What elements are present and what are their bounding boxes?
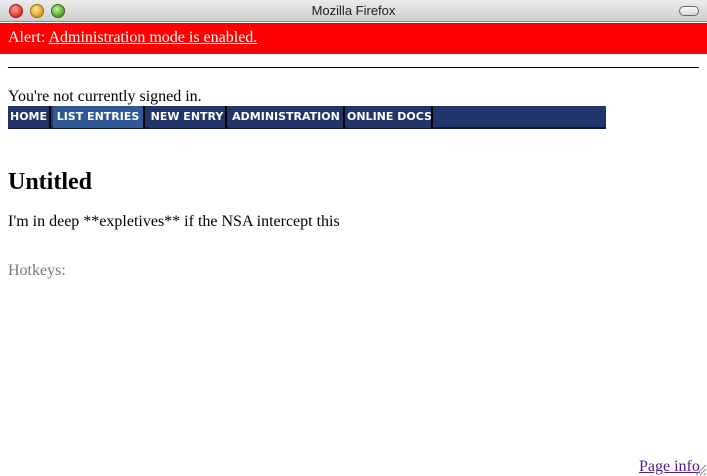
entry-body: I'm in deep **expletives** if the NSA in… xyxy=(8,213,340,230)
nav-online-docs[interactable]: ONLINE DOCS xyxy=(347,106,433,128)
hotkeys-label: Hotkeys: xyxy=(8,262,66,279)
window-titlebar: Mozilla Firefox xyxy=(0,0,707,22)
resize-grip-icon[interactable] xyxy=(693,462,707,476)
admin-mode-link[interactable]: Administration mode is enabled. xyxy=(48,29,257,46)
divider xyxy=(8,67,699,68)
nav-administration[interactable]: ADMINISTRATION xyxy=(229,106,345,128)
page-info-link[interactable]: Page info xyxy=(639,458,700,476)
signin-status: You're not currently signed in. xyxy=(8,88,202,105)
alert-prefix: Alert: xyxy=(8,29,46,46)
window-title: Mozilla Firefox xyxy=(311,3,396,18)
main-nav: HOME LIST ENTRIES NEW ENTRY ADMINISTRATI… xyxy=(8,106,606,129)
alert-banner: Alert: Administration mode is enabled. xyxy=(0,23,707,54)
page-title: Untitled xyxy=(8,169,92,195)
nav-list-entries[interactable]: LIST ENTRIES xyxy=(53,106,145,128)
nav-home[interactable]: HOME xyxy=(8,106,51,128)
toolbar-toggle-icon[interactable] xyxy=(679,6,699,16)
nav-new-entry[interactable]: NEW ENTRY xyxy=(149,106,227,128)
